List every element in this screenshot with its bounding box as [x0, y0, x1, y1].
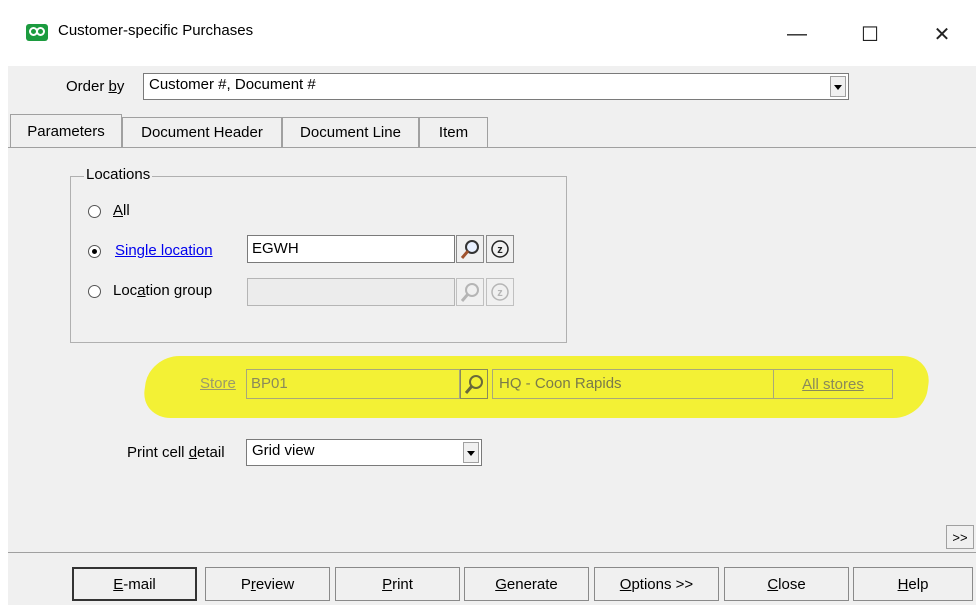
store-input[interactable]: BP01	[246, 369, 460, 399]
single-location-link[interactable]: Single location	[115, 242, 213, 259]
chevron-down-icon[interactable]	[830, 76, 846, 97]
single-location-value: EGWH	[252, 240, 299, 257]
radio-single-location[interactable]	[88, 245, 101, 258]
generate-button[interactable]: Generate	[464, 567, 589, 601]
close-window-button[interactable]: ✕	[920, 14, 964, 54]
z-icon: z	[491, 240, 509, 258]
tab-document-header[interactable]: Document Header	[122, 117, 282, 147]
search-icon	[460, 240, 479, 259]
print-cell-detail-label: Print cell detail	[127, 444, 225, 461]
store-value: BP01	[251, 375, 288, 392]
expand-button[interactable]: >>	[946, 525, 974, 549]
locations-group-title: Locations	[84, 166, 153, 183]
single-location-input[interactable]: EGWH	[247, 235, 455, 263]
radio-location-group[interactable]	[88, 285, 101, 298]
search-icon	[460, 283, 479, 302]
order-by-label: Order by	[66, 78, 125, 95]
location-search-button[interactable]	[456, 235, 484, 263]
tab-parameters[interactable]: Parameters	[10, 114, 122, 148]
app-icon	[26, 24, 48, 41]
tab-document-line[interactable]: Document Line	[282, 117, 419, 147]
location-group-clear-button[interactable]: z	[486, 278, 514, 306]
divider	[8, 552, 976, 553]
email-button[interactable]: E -mail	[72, 567, 197, 601]
all-stores-button[interactable]: All stores	[773, 369, 893, 399]
chevron-down-icon[interactable]	[463, 442, 479, 463]
store-description-field: HQ - Coon Rapids	[492, 369, 774, 399]
preview-button[interactable]: Pr eview	[205, 567, 330, 601]
options-button[interactable]: Options >>	[594, 567, 719, 601]
order-by-value: Customer #, Document #	[149, 76, 316, 93]
minimize-button[interactable]: —	[775, 14, 819, 54]
location-group-label: Location group	[113, 282, 213, 299]
location-group-search-button[interactable]	[456, 278, 484, 306]
z-icon: z	[491, 283, 509, 301]
store-label: Store	[200, 375, 236, 392]
tab-item[interactable]: Item	[419, 117, 488, 147]
svg-text:z: z	[497, 287, 503, 299]
svg-text:z: z	[497, 244, 503, 256]
search-icon	[464, 375, 483, 394]
print-cell-detail-value: Grid view	[252, 442, 315, 459]
help-button[interactable]: Help	[853, 567, 973, 601]
close-button[interactable]: Close	[724, 567, 849, 601]
location-group-input[interactable]	[247, 278, 455, 306]
radio-all-label: All	[113, 202, 130, 219]
maximize-button[interactable]: ☐	[848, 14, 892, 54]
store-description: HQ - Coon Rapids	[499, 375, 622, 392]
print-button[interactable]: Print	[335, 567, 460, 601]
radio-all[interactable]	[88, 205, 101, 218]
store-search-button[interactable]	[460, 369, 488, 399]
print-cell-detail-select[interactable]: Grid view	[246, 439, 482, 466]
order-by-select[interactable]: Customer #, Document #	[143, 73, 849, 100]
window-title: Customer-specific Purchases	[58, 22, 254, 39]
location-clear-button[interactable]: z	[486, 235, 514, 263]
